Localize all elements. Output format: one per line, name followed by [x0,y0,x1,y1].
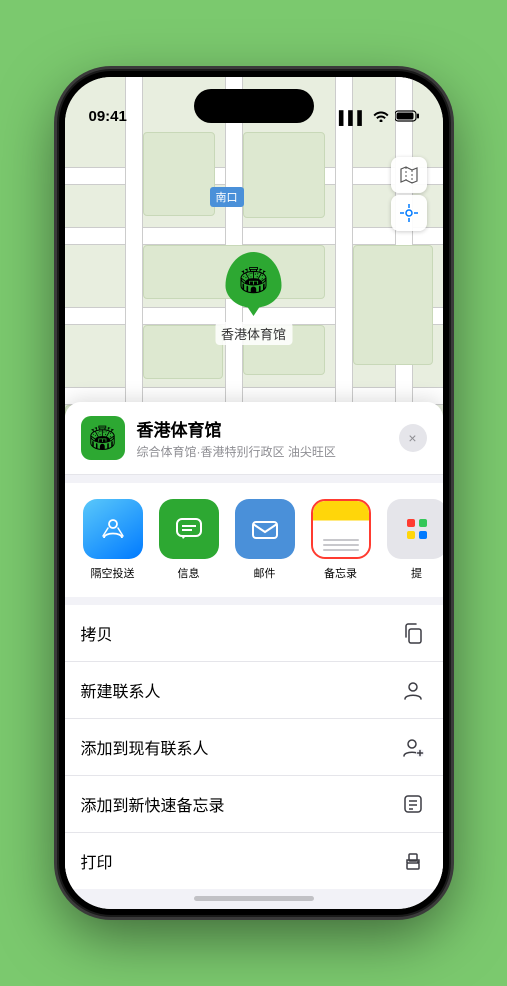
battery-icon [395,110,419,125]
marker-label: 香港体育馆 [215,322,292,345]
share-action-message[interactable]: 信息 [157,499,221,581]
location-info: 香港体育馆 综合体育馆·香港特别行政区 油尖旺区 [137,416,387,460]
bottom-sheet: 🏟 香港体育馆 综合体育馆·香港特别行政区 油尖旺区 × 隔空投送 [65,402,443,909]
add-notes-icon [399,790,427,818]
close-button[interactable]: × [399,424,427,452]
more-icon [387,499,443,559]
action-item-print[interactable]: 打印 [65,833,443,889]
status-time: 09:41 [89,108,127,125]
location-name: 香港体育馆 [137,416,387,441]
action-copy-label: 拷贝 [81,621,113,645]
share-action-notes[interactable]: 备忘录 [309,499,373,581]
stadium-marker: 🏟 香港体育馆 [215,252,292,345]
phone-screen: 09:41 ▌▌▌ [65,77,443,909]
mail-icon [235,499,295,559]
action-print-label: 打印 [81,849,113,873]
airdrop-label: 隔空投送 [91,565,135,581]
copy-icon [399,619,427,647]
map-label-south: 南口 [210,187,244,207]
add-existing-icon [399,733,427,761]
action-list: 拷贝 新建联系人 添加到现有联系人 [65,605,443,889]
new-contact-icon [399,676,427,704]
dynamic-island [194,89,314,123]
notes-icon [311,499,371,559]
message-label: 信息 [178,565,200,581]
stadium-icon: 🏟 [237,265,270,296]
map-controls [391,157,427,231]
map-type-button[interactable] [391,157,427,193]
action-item-new-contact[interactable]: 新建联系人 [65,662,443,719]
action-add-notes-label: 添加到新快速备忘录 [81,792,225,816]
share-action-more[interactable]: 提 [385,499,443,581]
share-actions-row: 隔空投送 信息 邮件 [65,483,443,597]
location-subtitle: 综合体育馆·香港特别行政区 油尖旺区 [137,443,387,460]
airdrop-icon [83,499,143,559]
action-item-copy[interactable]: 拷贝 [65,605,443,662]
location-button[interactable] [391,195,427,231]
location-card: 🏟 香港体育馆 综合体育馆·香港特别行政区 油尖旺区 × [65,402,443,475]
more-label: 提 [411,565,422,581]
share-action-mail[interactable]: 邮件 [233,499,297,581]
action-item-add-notes[interactable]: 添加到新快速备忘录 [65,776,443,833]
notes-label: 备忘录 [324,565,357,581]
action-item-add-existing[interactable]: 添加到现有联系人 [65,719,443,776]
share-action-airdrop[interactable]: 隔空投送 [81,499,145,581]
action-add-existing-label: 添加到现有联系人 [81,735,209,759]
status-icons: ▌▌▌ [339,110,419,125]
action-new-contact-label: 新建联系人 [81,678,161,702]
print-icon [399,847,427,875]
wifi-icon [373,110,389,125]
signal-icon: ▌▌▌ [339,110,367,125]
location-venue-icon: 🏟 [81,416,125,460]
marker-pin: 🏟 [225,252,281,308]
message-icon [159,499,219,559]
mail-label: 邮件 [254,565,276,581]
home-indicator [194,896,314,901]
phone-frame: 09:41 ▌▌▌ [59,71,449,915]
